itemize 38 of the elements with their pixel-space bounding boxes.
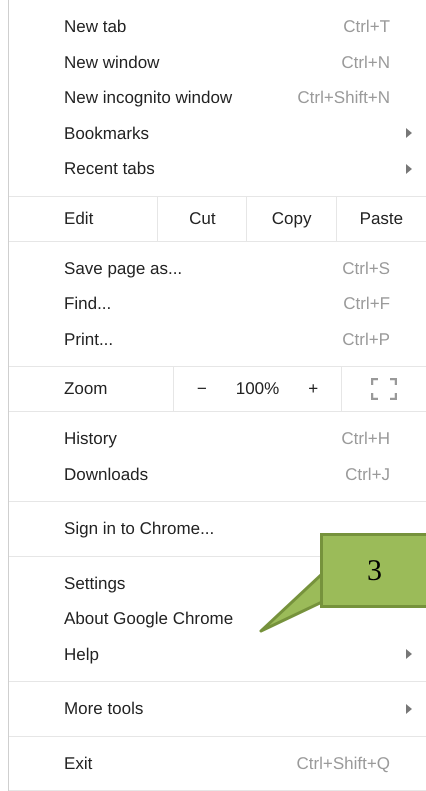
shortcut-text: Ctrl+Shift+N [297, 87, 390, 109]
edit-label: Edit [9, 196, 158, 240]
shortcut-text: Ctrl+N [341, 52, 390, 74]
zoom-in-button[interactable]: + [285, 367, 342, 411]
menu-item[interactable]: Bookmarks [9, 116, 426, 151]
menu-item[interactable]: New incognito window Ctrl+Shift+N [9, 80, 426, 116]
menu-item[interactable]: Find... Ctrl+F [9, 286, 426, 322]
menu-item[interactable]: Help [9, 636, 426, 672]
menu-item[interactable]: Print... Ctrl+P [9, 322, 426, 357]
menu-item[interactable]: New window Ctrl+N [9, 44, 426, 80]
menu-item[interactable]: More tools [9, 691, 426, 726]
menu-item[interactable]: Downloads Ctrl+J [9, 456, 426, 492]
shortcut-text: Ctrl+J [345, 464, 390, 486]
menu-item[interactable]: Save page as... Ctrl+S [9, 250, 426, 286]
shortcut-text: Ctrl+T [343, 16, 390, 38]
shortcut-text: Ctrl+P [342, 328, 390, 350]
zoom-out-button[interactable]: − [174, 367, 230, 411]
edit-action-button[interactable]: Paste [336, 196, 426, 240]
edit-action-button[interactable]: Copy [247, 196, 337, 240]
submenu-arrow-icon [406, 704, 412, 714]
shortcut-text: Ctrl+F [343, 293, 390, 315]
menu-item[interactable]: Sign in to Chrome... [9, 511, 426, 546]
callout-number: 3 [367, 554, 382, 587]
fullscreen-icon[interactable] [371, 378, 397, 400]
shortcut-text: Ctrl+H [341, 428, 390, 450]
submenu-arrow-icon [406, 128, 412, 138]
menu-item[interactable]: New tab Ctrl+T [9, 9, 426, 44]
submenu-arrow-icon [406, 164, 412, 174]
edit-action-button[interactable]: Cut [158, 196, 248, 240]
menu-item[interactable]: History Ctrl+H [9, 421, 426, 456]
menu-item[interactable]: Exit Ctrl+Shift+Q [9, 746, 426, 781]
submenu-arrow-icon [406, 649, 412, 660]
shortcut-text: Ctrl+S [342, 258, 390, 280]
shortcut-text: Ctrl+Shift+Q [296, 752, 390, 774]
menu-item[interactable]: Recent tabs [9, 151, 426, 186]
zoom-level: 100% [234, 378, 280, 400]
menu-item[interactable]: About Google Chrome [9, 601, 426, 636]
zoom-label: Zoom [9, 367, 174, 411]
